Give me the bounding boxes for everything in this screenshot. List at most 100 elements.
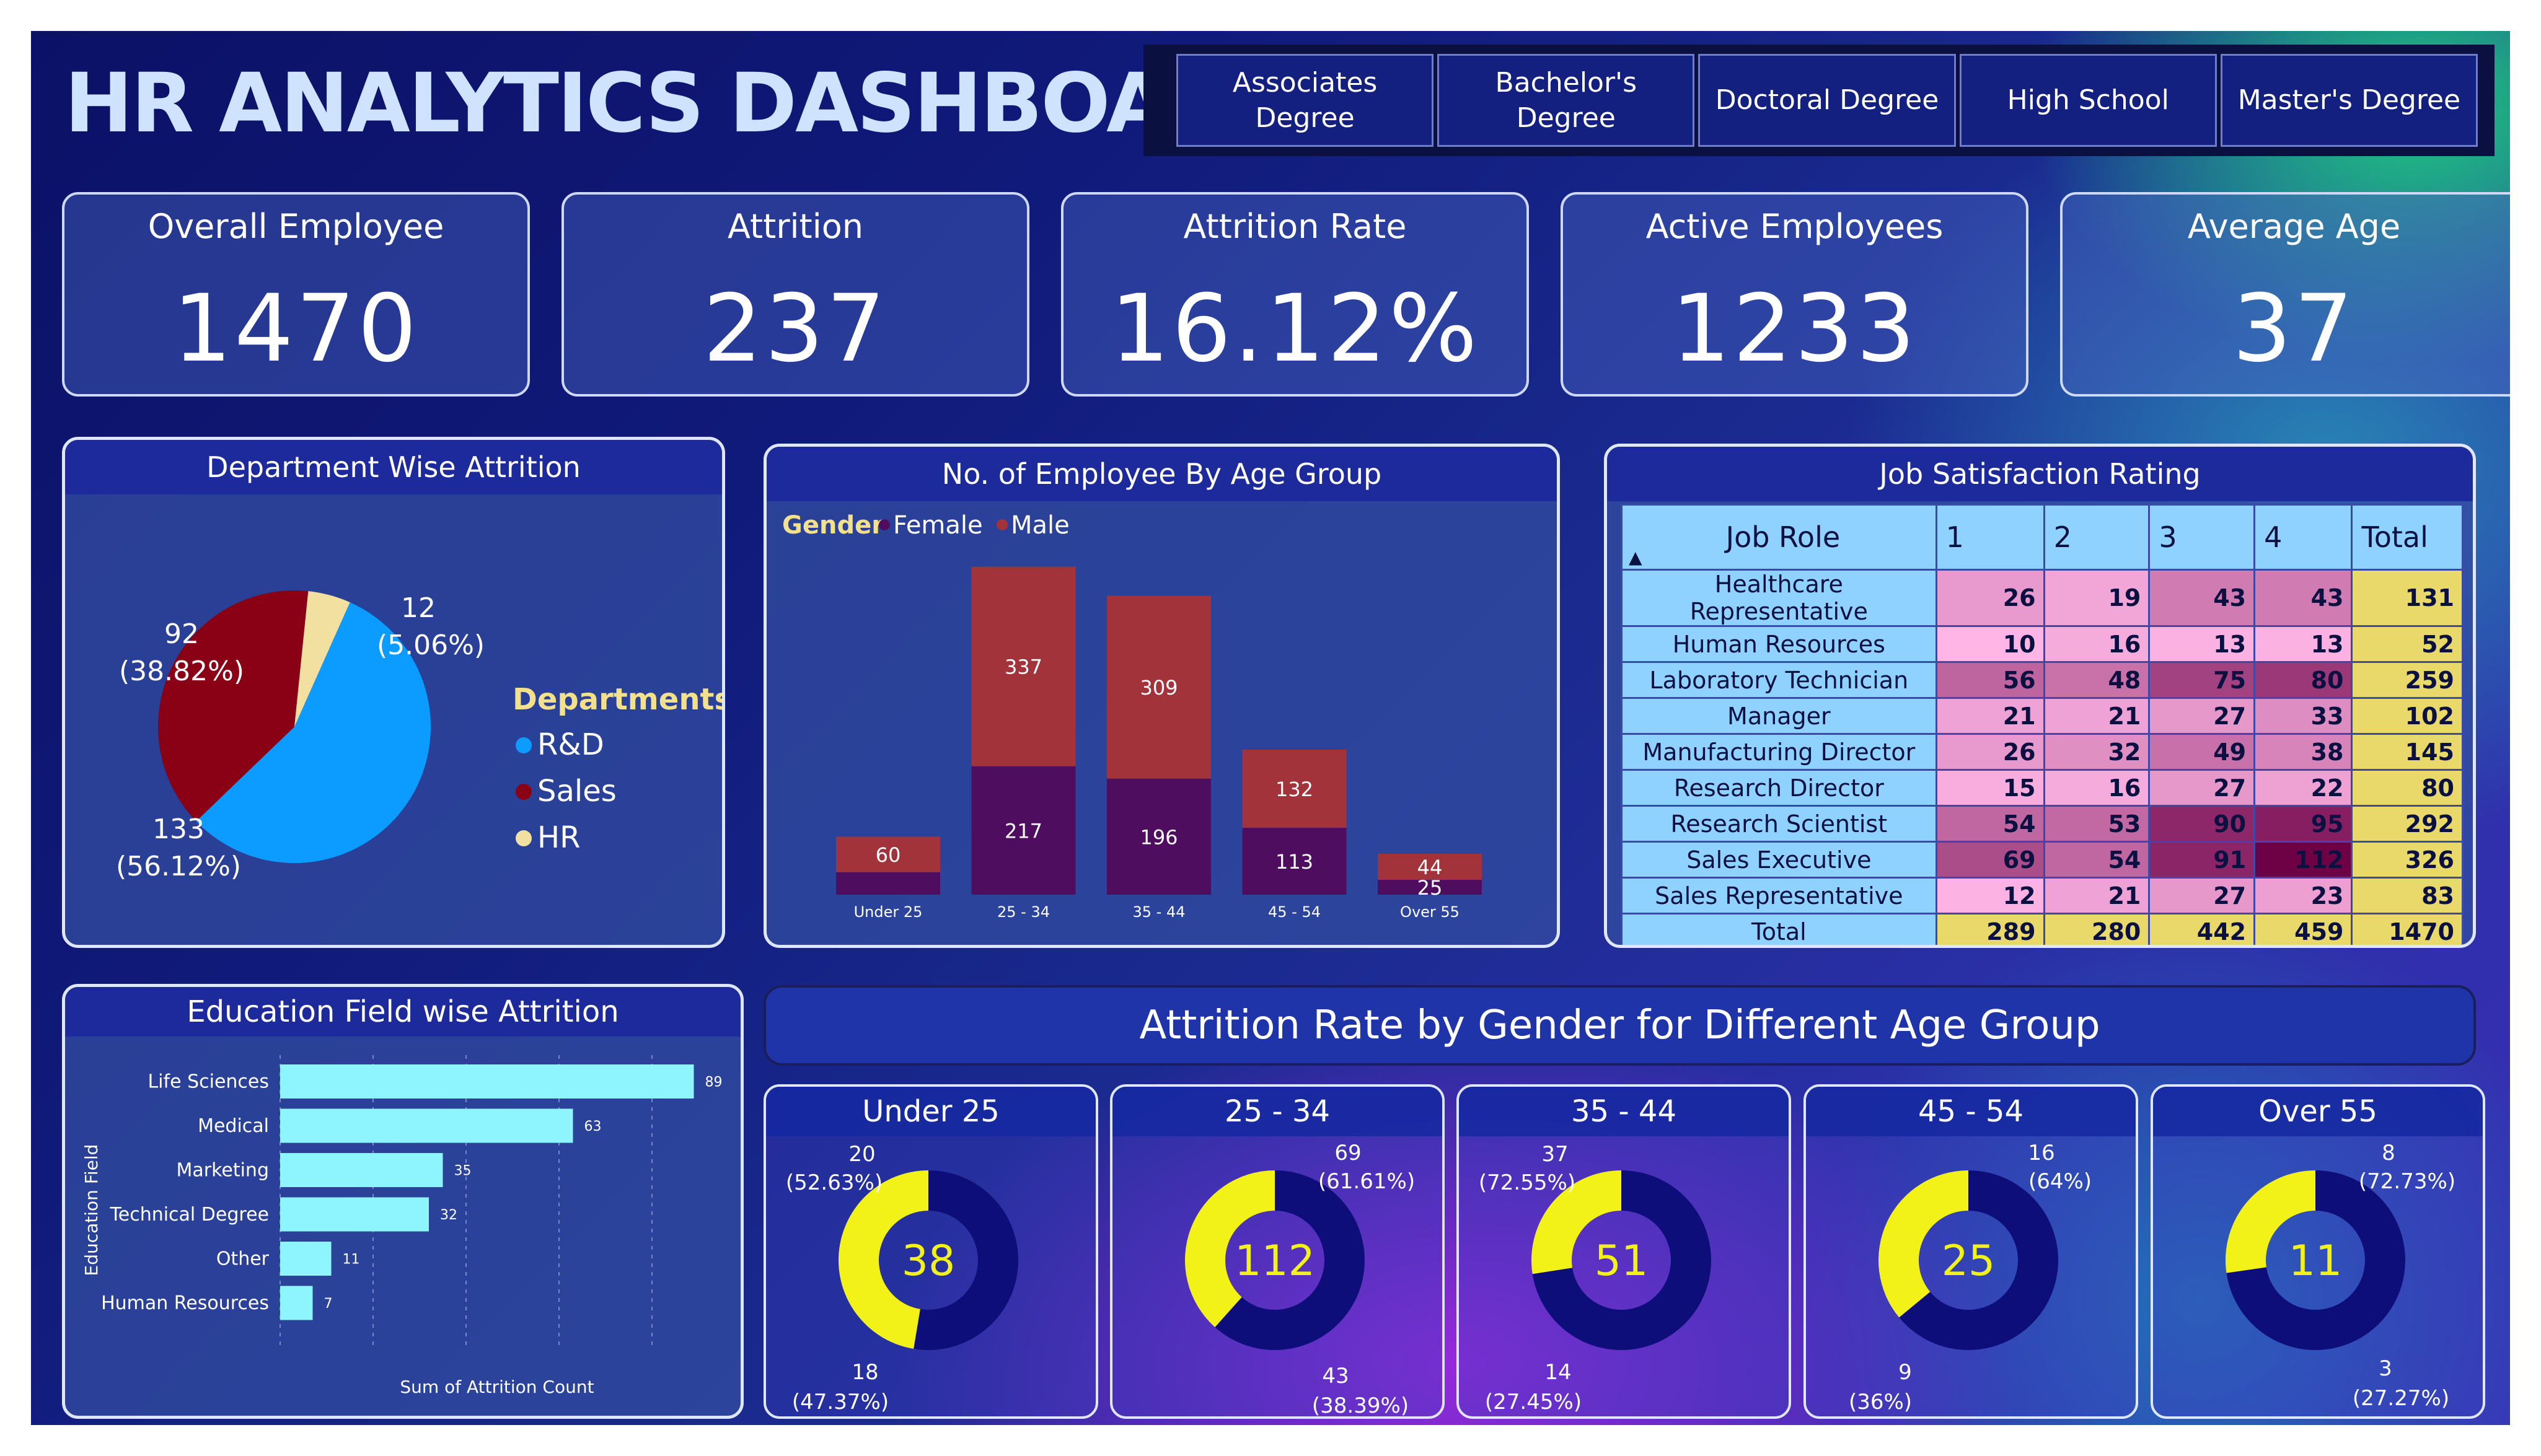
edu-category-label: Other [216, 1248, 270, 1270]
age-legend-label-female[interactable]: Female [893, 511, 983, 540]
job-role-cell: Human Resources [1621, 625, 1937, 663]
bar-label-female-1: 217 [1005, 819, 1042, 843]
table-row[interactable]: Human Resources 10 16 13 13 52 [1621, 625, 2464, 663]
column-header-2[interactable]: 2 [2043, 504, 2151, 571]
rating-2-cell: 19 [2043, 569, 2151, 627]
donut-panel-under-25: Under 25 38 20 (52.63%) 18 (47.37%) [764, 1084, 1098, 1419]
edu-bar-other[interactable] [280, 1242, 332, 1276]
edu-bar-technical-degree[interactable] [280, 1197, 429, 1232]
rating-4-cell: 23 [2253, 877, 2353, 914]
legend-label-sales[interactable]: Sales [537, 774, 617, 809]
legend-marker-hr[interactable] [516, 830, 532, 846]
job-satisfaction-table-wrap: Job Role ▲ 1 2 3 4 Total Healthcare Repre… [1621, 504, 2464, 945]
table-row[interactable]: Sales Executive 69 54 91 112 326 [1621, 841, 2464, 879]
age-tick-label: Over 55 [1400, 903, 1460, 921]
edu-bar-marketing[interactable] [280, 1153, 443, 1187]
slicer-masters-degree[interactable]: Master's Degree [2220, 54, 2478, 147]
kpi-label: Average Age [2187, 207, 2401, 246]
edu-value-label: 11 [343, 1252, 360, 1268]
donut-title: 25 - 34 [1112, 1087, 1442, 1136]
kpi-value: 1470 [172, 275, 420, 383]
rating-1-cell: 12 [1935, 877, 2045, 914]
donut-title: 45 - 54 [1806, 1087, 2136, 1136]
column-header-job-role[interactable]: Job Role ▲ [1621, 504, 1937, 571]
rating-1-cell: 54 [1935, 805, 2045, 843]
slicer-bachelors-degree[interactable]: Bachelor's Degree [1437, 54, 1695, 147]
table-row[interactable]: Research Director 15 16 27 22 80 [1621, 769, 2464, 807]
edu-value-label: 32 [440, 1208, 457, 1223]
table-row[interactable]: Healthcare Representative 26 19 43 43 131 [1621, 569, 2464, 627]
edu-bar-life-sciences[interactable] [280, 1064, 694, 1099]
job-satisfaction-title: Job Satisfaction Rating [1607, 447, 2473, 501]
legend-marker-sales[interactable] [516, 784, 532, 800]
rating-1-cell: 56 [1935, 661, 2045, 699]
donut-female-percent: (27.45%) [1485, 1390, 1582, 1414]
donut-chart-45-54: 25 16 (64%) 9 (36%) [1849, 1141, 2092, 1414]
page-title: HR ANALYTICS DASHBOARD [64, 56, 1297, 151]
column-header-4[interactable]: 4 [2253, 504, 2353, 571]
table-row[interactable]: Manager 21 21 27 33 102 [1621, 697, 2464, 735]
age-tick-label: Under 25 [854, 903, 923, 921]
table-row[interactable]: Laboratory Technician 56 48 75 80 259 [1621, 661, 2464, 699]
pie-label-value-hr: 12 [401, 592, 436, 624]
legend-marker-r-d[interactable] [516, 737, 532, 753]
edu-bar-human-resources[interactable] [280, 1286, 313, 1320]
rating-4-cell: 38 [2253, 733, 2353, 771]
kpi-value: 237 [703, 275, 888, 383]
row-total-cell: 259 [2351, 661, 2464, 699]
donut-female-percent: (36%) [1849, 1390, 1912, 1414]
donut-total: 112 [1235, 1237, 1315, 1286]
donut-female-value: 3 [2379, 1356, 2392, 1381]
age-legend-marker-female[interactable] [879, 519, 890, 530]
column-header-1[interactable]: 1 [1935, 504, 2045, 571]
donut-male-value: 20 [848, 1142, 875, 1167]
rating-3-cell: 49 [2148, 733, 2256, 771]
column-total-cell: 442 [2148, 913, 2256, 945]
row-total-cell: 131 [2351, 569, 2464, 627]
donut-male-value: 16 [2028, 1141, 2054, 1165]
bar-label-male-3: 132 [1275, 778, 1313, 801]
bar-female-0[interactable] [836, 872, 940, 895]
job-role-cell: Research Scientist [1621, 805, 1937, 843]
rating-2-cell: 54 [2043, 841, 2151, 879]
job-role-cell: Manufacturing Director [1621, 733, 1937, 771]
rating-4-cell: 22 [2253, 769, 2353, 807]
slicer-associates-degree[interactable]: Associates Degree [1176, 54, 1434, 147]
kpi-label: Attrition Rate [1183, 207, 1407, 246]
age-tick-label: 35 - 44 [1133, 903, 1186, 921]
donut-chart-35-44: 51 37 (72.55%) 14 (27.45%) [1479, 1142, 1711, 1414]
donut-male-percent: (52.63%) [786, 1170, 883, 1195]
edu-bar-medical[interactable] [280, 1108, 573, 1143]
donut-male-value: 69 [1334, 1141, 1361, 1165]
donut-total: 11 [2289, 1237, 2343, 1286]
donut-panel-25-34: 25 - 34 112 69 (61.61%) 43 (38.39%) [1110, 1084, 1445, 1419]
slicer-high-school[interactable]: High School [1959, 54, 2217, 147]
legend-label-hr[interactable]: HR [537, 820, 580, 855]
donut-chart-over-55: 11 8 (72.73%) 3 (27.27%) [2226, 1141, 2455, 1411]
row-total-cell: 326 [2351, 841, 2464, 879]
rating-1-cell: 15 [1935, 769, 2045, 807]
table-row[interactable]: Research Scientist 54 53 90 95 292 [1621, 805, 2464, 843]
slicer-doctoral-degree[interactable]: Doctoral Degree [1698, 54, 1956, 147]
kpi-attrition-rate: Attrition Rate 16.12% [1061, 192, 1529, 397]
table-row[interactable]: Manufacturing Director 26 32 49 38 145 [1621, 733, 2464, 771]
rating-4-cell: 13 [2253, 625, 2353, 663]
kpi-label: Overall Employee [148, 207, 444, 246]
age-legend-marker-male[interactable] [997, 519, 1008, 530]
kpi-attrition: Attrition 237 [561, 192, 1029, 397]
donut-male-percent: (72.73%) [2359, 1169, 2455, 1194]
edu-value-label: 89 [705, 1075, 723, 1090]
legend-label-r-d[interactable]: R&D [537, 727, 604, 762]
age-legend-label-male[interactable]: Male [1011, 511, 1070, 540]
job-role-cell: Research Director [1621, 769, 1937, 807]
column-header-total[interactable]: Total [2351, 504, 2464, 571]
column-header-3[interactable]: 3 [2148, 504, 2256, 571]
kpi-value: 16.12% [1110, 275, 1480, 383]
column-total-cell: 289 [1935, 913, 2045, 945]
table-row[interactable]: Sales Representative 12 21 27 23 83 [1621, 877, 2464, 914]
rating-4-cell: 33 [2253, 697, 2353, 735]
edu-category-label: Medical [198, 1115, 269, 1137]
donut-female-value: 9 [1898, 1360, 1912, 1385]
sort-ascending-icon[interactable]: ▲ [1629, 547, 1642, 568]
bar-label-male-0: 60 [876, 843, 901, 867]
